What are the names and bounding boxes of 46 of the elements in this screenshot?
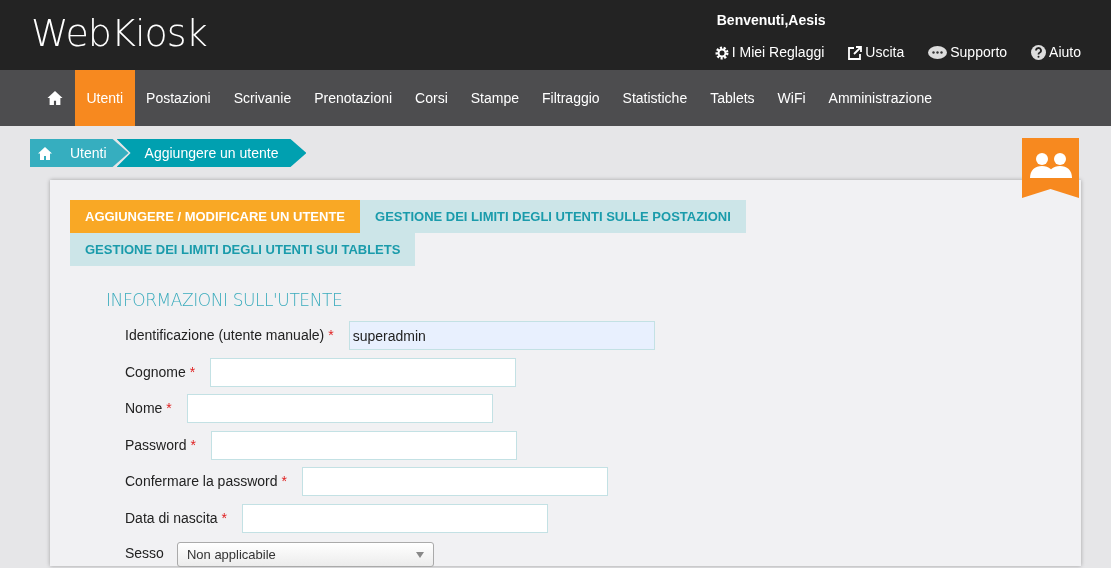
nav-tab[interactable]: Statistiche <box>611 70 699 126</box>
external-link-icon <box>848 45 863 60</box>
chat-icon <box>928 45 948 60</box>
nav-tab[interactable]: Corsi <box>403 70 460 126</box>
logo[interactable]: WebKiosk <box>31 14 207 52</box>
welcome-text: Benvenuti,Aesis <box>716 11 827 30</box>
nav-tab[interactable]: Filtraggio <box>530 70 612 126</box>
section-title: INFORMAZIONI SULL'UTENTE <box>106 289 344 312</box>
input-field[interactable] <box>186 394 493 424</box>
select-dropdown[interactable]: Non applicabile <box>176 542 434 568</box>
required-mark: * <box>221 508 228 528</box>
required-mark: * <box>281 472 287 492</box>
nav-tab[interactable]: Postazioni <box>134 70 223 126</box>
header-link[interactable]: Supporto <box>928 42 1008 63</box>
nav-tab[interactable]: WiFi <box>766 70 818 126</box>
help-icon <box>1031 45 1047 60</box>
nav-tab[interactable]: Stampe <box>459 70 531 126</box>
caret-icon <box>415 551 424 558</box>
required-mark: * <box>190 435 196 455</box>
field-label: Data di nascita <box>125 508 218 528</box>
nav-tab[interactable]: Prenotazioni <box>302 70 404 126</box>
nav-tab[interactable]: Scrivanie <box>222 70 303 126</box>
required-mark: * <box>328 326 334 346</box>
field-label: Password <box>125 435 187 455</box>
header-link[interactable]: Uscita <box>848 42 905 63</box>
input-field[interactable]: superadmin <box>348 321 655 351</box>
field-label: Identificazione (utente manuale) <box>125 326 325 346</box>
input-field[interactable] <box>210 357 517 387</box>
field-label: Confermare la password <box>125 472 278 492</box>
home-icon <box>47 91 63 105</box>
home-icon <box>38 146 52 160</box>
home-crumb[interactable] <box>30 139 60 167</box>
header-link[interactable]: Aiuto <box>1031 42 1081 63</box>
input-field[interactable] <box>210 430 517 460</box>
field-label: Cognome <box>125 362 186 382</box>
field-label: Nome <box>125 399 163 419</box>
input-field[interactable] <box>301 467 608 497</box>
required-mark: * <box>166 399 172 419</box>
users-icon <box>1028 152 1073 178</box>
nav-tab[interactable]: Amministrazione <box>817 70 944 126</box>
field-label: Sesso <box>125 543 164 563</box>
required-mark: * <box>189 362 196 382</box>
header-link[interactable]: I Miei Reglaggi <box>714 42 825 63</box>
gear-icon <box>714 45 729 60</box>
input-field[interactable] <box>242 503 549 533</box>
nav-tab[interactable]: Tablets <box>698 70 767 126</box>
